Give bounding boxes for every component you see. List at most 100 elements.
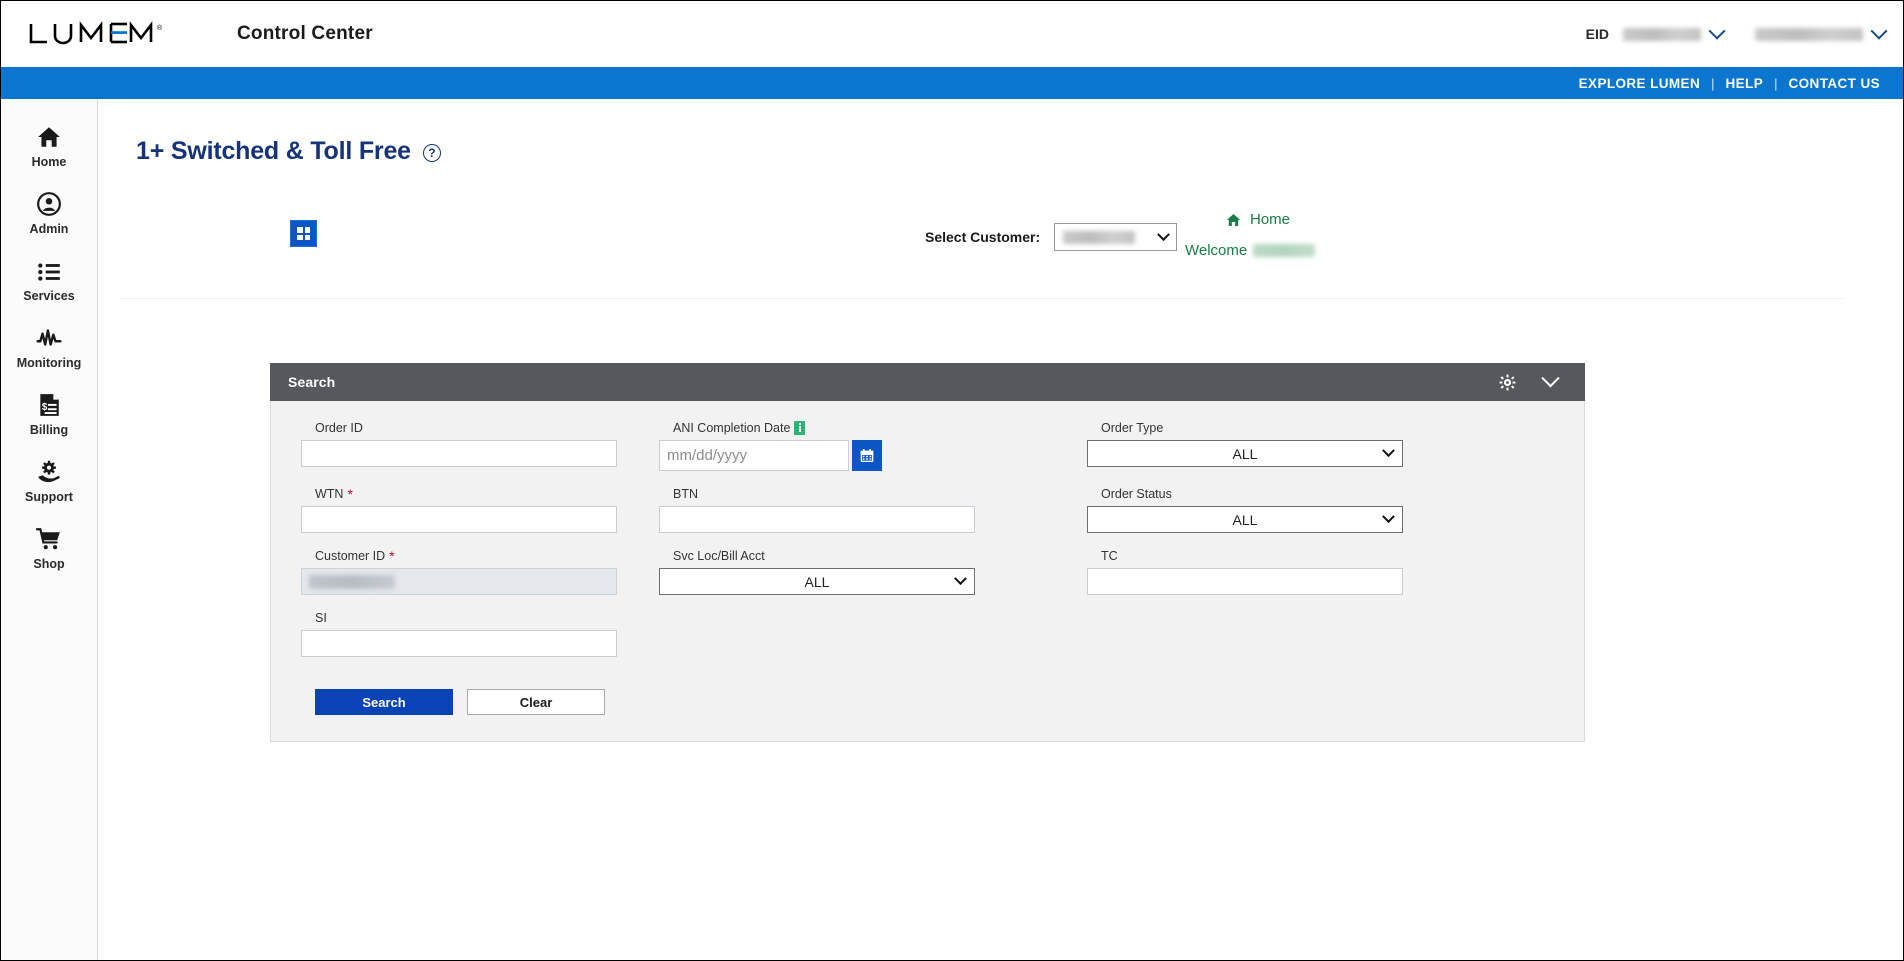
- pulse-icon: [36, 325, 62, 351]
- label-order-status: Order Status: [1087, 485, 1403, 502]
- top-header: ® Control Center EID: [1, 1, 1903, 67]
- grid-spacer: [659, 609, 975, 669]
- lumen-logo-icon: ®: [27, 19, 177, 49]
- info-icon[interactable]: [794, 421, 805, 435]
- left-sidebar: Home Admin Services: [1, 99, 98, 961]
- grid-icon-cell: [297, 235, 303, 241]
- wtn-input[interactable]: [301, 506, 617, 533]
- app-title: Control Center: [237, 23, 373, 45]
- sidebar-label-admin: Admin: [30, 222, 69, 236]
- date-input-group: [659, 440, 975, 471]
- field-ani-completion-date: ANI Completion Date: [659, 419, 975, 471]
- sidebar-label-support: Support: [25, 490, 73, 504]
- list-icon: [36, 258, 62, 284]
- sidebar-label-billing: Billing: [30, 423, 68, 437]
- chevron-down-icon: [954, 572, 967, 585]
- customer-id-input: [301, 568, 617, 595]
- header-account-area: EID: [1586, 1, 1885, 67]
- field-order-status: Order Status ALL: [1087, 485, 1403, 533]
- chevron-down-icon: [1382, 510, 1395, 523]
- field-tc: TC: [1087, 547, 1403, 595]
- clear-button[interactable]: Clear: [467, 689, 605, 715]
- calendar-icon: [859, 448, 875, 464]
- home-link[interactable]: Home: [1225, 211, 1290, 228]
- field-order-type: Order Type ALL: [1087, 419, 1403, 471]
- sidebar-item-support[interactable]: Support: [1, 448, 97, 515]
- sidebar-item-admin[interactable]: Admin: [1, 180, 97, 247]
- grid-spacer: [975, 485, 1087, 545]
- search-panel-actions: [1499, 374, 1585, 391]
- select-customer-dropdown[interactable]: [1054, 223, 1177, 251]
- search-panel: Search: [270, 363, 1585, 742]
- label-ani-completion-date: ANI Completion Date: [659, 419, 975, 436]
- page-title: 1+ Switched & Toll Free: [136, 137, 411, 166]
- search-form: Order ID ANI Completion Date: [301, 419, 1554, 669]
- order-id-input[interactable]: [301, 440, 617, 467]
- grid-spacer: [1087, 609, 1403, 669]
- home-icon: [36, 124, 62, 150]
- order-type-value: ALL: [1233, 446, 1258, 462]
- ani-completion-date-input[interactable]: [659, 440, 849, 471]
- grid-spacer: [617, 419, 659, 483]
- help-circle-icon[interactable]: ?: [423, 144, 441, 162]
- grid-view-button[interactable]: [290, 220, 317, 247]
- lumen-logo[interactable]: ®: [27, 19, 177, 49]
- tc-input[interactable]: [1087, 568, 1403, 595]
- field-si: SI: [301, 609, 617, 657]
- main-content: 1+ Switched & Toll Free ? Select Custome…: [98, 99, 1903, 961]
- welcome-name-redacted: [1253, 244, 1315, 257]
- label-si: SI: [301, 609, 617, 626]
- account-chevron-down-icon[interactable]: [1871, 23, 1888, 40]
- grid-spacer: [617, 547, 659, 607]
- label-order-type: Order Type: [1087, 419, 1403, 436]
- gear-icon[interactable]: [1499, 374, 1516, 391]
- sidebar-label-home: Home: [32, 155, 67, 169]
- sidebar-item-billing[interactable]: $ Billing: [1, 381, 97, 448]
- sidebar-item-home[interactable]: Home: [1, 113, 97, 180]
- sidebar-item-monitoring[interactable]: Monitoring: [1, 314, 97, 381]
- field-order-id: Order ID: [301, 419, 617, 471]
- search-panel-header: Search: [270, 363, 1585, 401]
- grid-spacer: [617, 485, 659, 545]
- eid-chevron-down-icon[interactable]: [1709, 23, 1726, 40]
- home-link-label: Home: [1250, 211, 1290, 228]
- search-button[interactable]: Search: [315, 689, 453, 715]
- sidebar-label-services: Services: [23, 289, 74, 303]
- select-customer-group: Select Customer:: [925, 223, 1177, 251]
- grid-spacer: [975, 609, 1087, 669]
- btn-input[interactable]: [659, 506, 975, 533]
- svg-text:®: ®: [157, 24, 163, 32]
- grid-icon-cell: [305, 227, 311, 233]
- svg-text:$: $: [42, 402, 48, 413]
- nav-contact-us[interactable]: CONTACT US: [1778, 76, 1892, 91]
- label-btn: BTN: [659, 485, 975, 502]
- si-input[interactable]: [301, 630, 617, 657]
- calendar-button[interactable]: [852, 440, 882, 471]
- field-btn: BTN: [659, 485, 975, 533]
- page-title-row: 1+ Switched & Toll Free ?: [98, 99, 1903, 166]
- select-customer-label: Select Customer:: [925, 229, 1040, 245]
- order-type-select[interactable]: ALL: [1087, 440, 1403, 467]
- user-circle-icon: [36, 191, 62, 217]
- svc-loc-bill-acct-value: ALL: [805, 574, 830, 590]
- nav-help[interactable]: HELP: [1715, 76, 1775, 91]
- field-wtn: WTN *: [301, 485, 617, 533]
- welcome-row: Welcome: [1185, 242, 1315, 259]
- grid-spacer: [975, 419, 1087, 483]
- invoice-icon: $: [36, 392, 62, 418]
- label-order-id: Order ID: [301, 419, 617, 436]
- chevron-down-icon[interactable]: [1541, 369, 1559, 387]
- eid-value-redacted: [1623, 28, 1701, 41]
- customer-id-value-redacted: [309, 575, 395, 589]
- cart-icon: [36, 526, 62, 552]
- sidebar-item-services[interactable]: Services: [1, 247, 97, 314]
- nav-explore-lumen[interactable]: EXPLORE LUMEN: [1568, 76, 1711, 91]
- sidebar-label-shop: Shop: [33, 557, 64, 571]
- home-welcome-group: Home Welcome: [1185, 211, 1315, 259]
- svc-loc-bill-acct-select[interactable]: ALL: [659, 568, 975, 595]
- order-status-select[interactable]: ALL: [1087, 506, 1403, 533]
- required-marker: *: [347, 487, 352, 501]
- sidebar-item-shop[interactable]: Shop: [1, 515, 97, 582]
- eid-label: EID: [1586, 26, 1609, 42]
- welcome-label: Welcome: [1185, 242, 1247, 259]
